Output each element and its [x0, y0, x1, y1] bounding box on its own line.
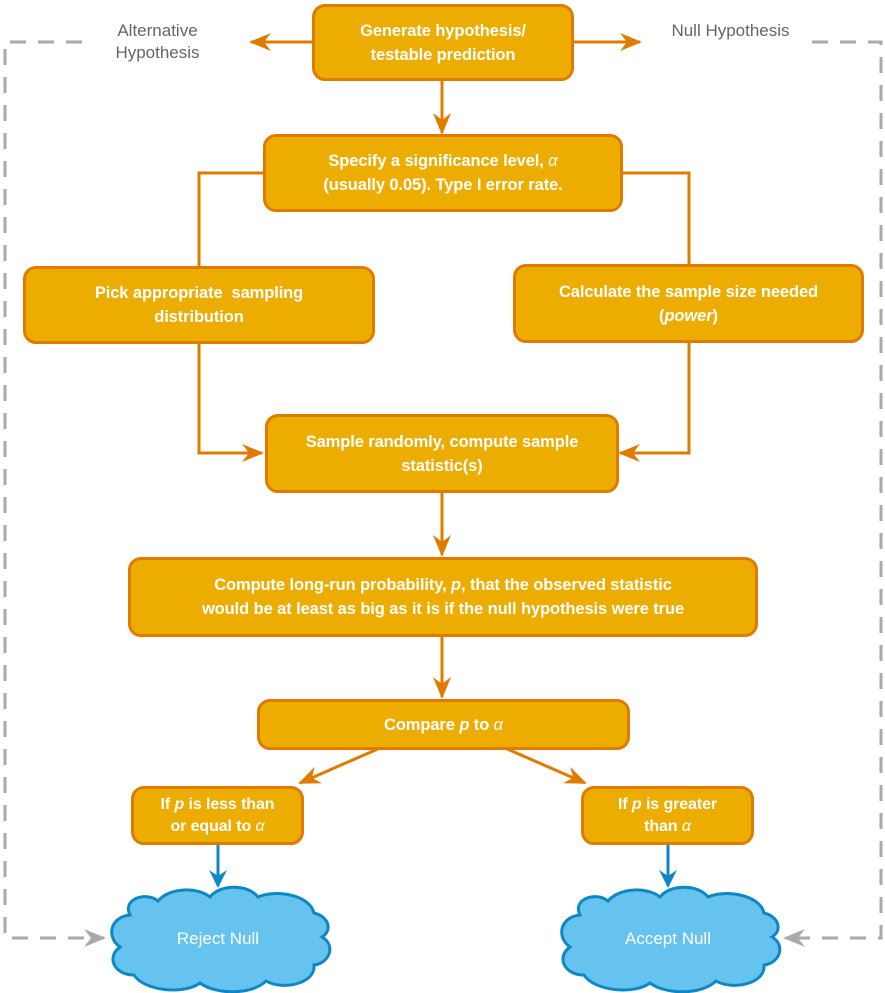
- alpha-symbol: α: [548, 152, 558, 170]
- arrow-compare-to-less: [298, 746, 381, 785]
- dashed-loop-alternative: [3, 40, 106, 947]
- node-p-less-equal-alpha: If p is less than or equal to α: [131, 786, 304, 845]
- node-text: testable prediction: [370, 45, 516, 64]
- p-symbol: p: [631, 795, 642, 813]
- node-text: Compare: [384, 715, 460, 734]
- node-text: or equal to: [170, 817, 256, 835]
- node-text: distribution: [154, 308, 244, 326]
- alpha-symbol: α: [681, 817, 691, 835]
- node-text: Sample randomly, compute sample: [305, 432, 579, 451]
- node-text: to: [469, 715, 494, 734]
- node-text: (usually 0.05). Type I error rate.: [323, 176, 563, 194]
- arrow-sampling-to-sample: [197, 343, 264, 462]
- reject-null-label: Reject Null: [148, 929, 288, 949]
- node-text: statistic(s): [401, 456, 483, 475]
- arrow-compare-to-greater: [504, 746, 587, 785]
- node-sample-randomly: Sample randomly, compute sample statisti…: [265, 414, 619, 493]
- alpha-symbol: α: [255, 817, 265, 835]
- node-text: ): [712, 306, 719, 325]
- null-hypothesis-text: Null Hypothesis: [671, 21, 790, 40]
- node-text: , that the observed statistic: [461, 576, 672, 594]
- node-text: is greater: [641, 795, 717, 813]
- node-text: Calculate the sample size needed: [558, 282, 819, 301]
- null-hypothesis-label: Null Hypothesis: [668, 20, 793, 42]
- alternative-hypothesis-text: Alternative Hypothesis: [115, 21, 200, 62]
- node-text: Specify a significance level,: [328, 152, 549, 170]
- node-long-run-probability: Compute long-run probability, p, that th…: [128, 557, 758, 637]
- accept-null-label: Accept Null: [598, 929, 738, 949]
- node-text: If: [618, 795, 632, 813]
- reject-null-text: Reject Null: [176, 929, 260, 948]
- p-symbol: p: [174, 795, 185, 813]
- connector-significance-to-samplesize: [621, 171, 691, 265]
- node-text: Generate hypothesis/: [360, 21, 526, 40]
- node-text: Pick appropriate sampling: [94, 284, 304, 302]
- node-generate-hypothesis: Generate hypothesis/ testable prediction: [312, 4, 574, 81]
- node-sampling-distribution: Pick appropriate sampling distribution: [23, 266, 375, 344]
- arrow-samplesize-to-sample: [618, 342, 691, 462]
- node-p-greater-alpha: If p is greater than α: [581, 786, 754, 845]
- p-symbol: p: [451, 576, 462, 594]
- accept-null-text: Accept Null: [625, 929, 711, 948]
- node-sample-size: Calculate the sample size needed (power): [513, 264, 864, 343]
- node-compare: Compare p to α: [257, 699, 630, 750]
- alternative-hypothesis-label: Alternative Hypothesis: [95, 20, 220, 64]
- alpha-symbol: α: [493, 715, 503, 734]
- node-significance-level: Specify a significance level, α (usually…: [263, 134, 623, 212]
- node-text: Compute long-run probability,: [214, 576, 452, 594]
- node-text: is less than: [184, 795, 275, 813]
- connector-significance-to-sampling: [197, 171, 264, 267]
- power-emphasis: power: [664, 306, 713, 325]
- node-text: would be at least as big as it is if the…: [201, 600, 685, 618]
- p-symbol: p: [459, 715, 470, 734]
- dashed-loop-null: [783, 40, 883, 947]
- node-text: If: [160, 795, 175, 813]
- node-text: than: [644, 817, 682, 835]
